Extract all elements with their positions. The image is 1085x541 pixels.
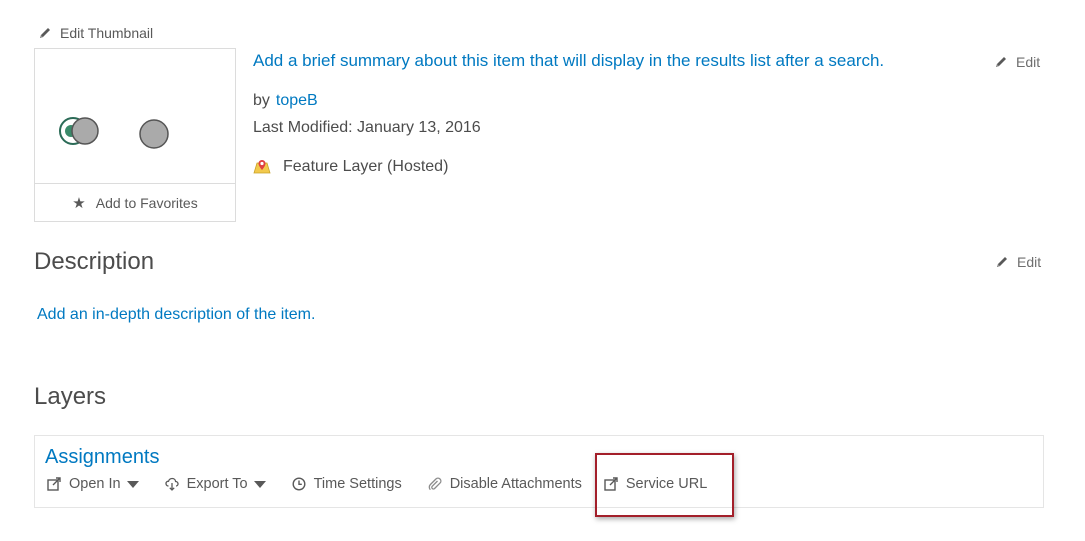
owner-prefix: by: [253, 92, 270, 109]
export-to-label: Export To: [186, 476, 248, 492]
open-in-label: Open In: [69, 476, 121, 492]
edit-summary-button[interactable]: Edit: [994, 54, 1040, 70]
star-icon: ★: [72, 194, 86, 212]
caret-down-icon: [126, 480, 139, 488]
item-type-label: Feature Layer (Hosted): [283, 158, 449, 175]
layers-heading: Layers: [34, 383, 107, 410]
open-in-dropdown[interactable]: Open In: [47, 476, 139, 492]
service-url-button[interactable]: Service URL: [604, 476, 707, 492]
layer-card: Assignments Open In Export To Time Setti…: [34, 435, 1044, 508]
open-in-icon: [47, 477, 61, 491]
owner-line: by topeB: [253, 92, 318, 110]
pencil-icon: [996, 57, 1006, 67]
last-modified: Last Modified: January 13, 2016: [253, 119, 481, 136]
clock-icon: [292, 477, 306, 491]
disable-attachments-button[interactable]: Disable Attachments: [428, 476, 582, 492]
edit-label: Edit: [1016, 54, 1041, 70]
item-thumbnail-image: [59, 117, 169, 149]
layer-actions: Open In Export To Time Settings Disable …: [47, 476, 733, 492]
service-url-label: Service URL: [625, 476, 708, 492]
pencil-icon: [40, 28, 50, 38]
pencil-icon: [997, 257, 1007, 267]
external-link-icon: [604, 477, 618, 491]
summary-placeholder-link[interactable]: Add a brief summary about this item that…: [253, 51, 884, 71]
layer-name-link[interactable]: Assignments: [45, 446, 160, 469]
time-settings-button[interactable]: Time Settings: [292, 476, 402, 492]
disable-attachments-label: Disable Attachments: [449, 476, 582, 492]
caret-down-icon: [253, 480, 266, 488]
time-settings-label: Time Settings: [313, 476, 402, 492]
thumbnail-card: ★ Add to Favorites: [34, 48, 236, 222]
description-heading: Description: [34, 248, 155, 275]
add-to-favorites-label: Add to Favorites: [95, 194, 198, 211]
feature-layer-icon: [253, 160, 271, 174]
edit-thumbnail-link[interactable]: Edit Thumbnail: [38, 25, 153, 41]
item-type: Feature Layer (Hosted): [253, 158, 448, 176]
owner-link[interactable]: topeB: [276, 92, 318, 109]
export-to-dropdown[interactable]: Export To: [164, 476, 266, 492]
add-description-link[interactable]: Add an in-depth description of the item.: [37, 306, 315, 324]
paperclip-icon: [428, 477, 442, 491]
edit-thumbnail-label: Edit Thumbnail: [60, 25, 154, 41]
add-to-favorites-button[interactable]: ★ Add to Favorites: [35, 183, 235, 221]
cloud-download-icon: [164, 477, 179, 491]
edit-description-button[interactable]: Edit: [995, 254, 1041, 270]
edit-label: Edit: [1017, 254, 1042, 270]
